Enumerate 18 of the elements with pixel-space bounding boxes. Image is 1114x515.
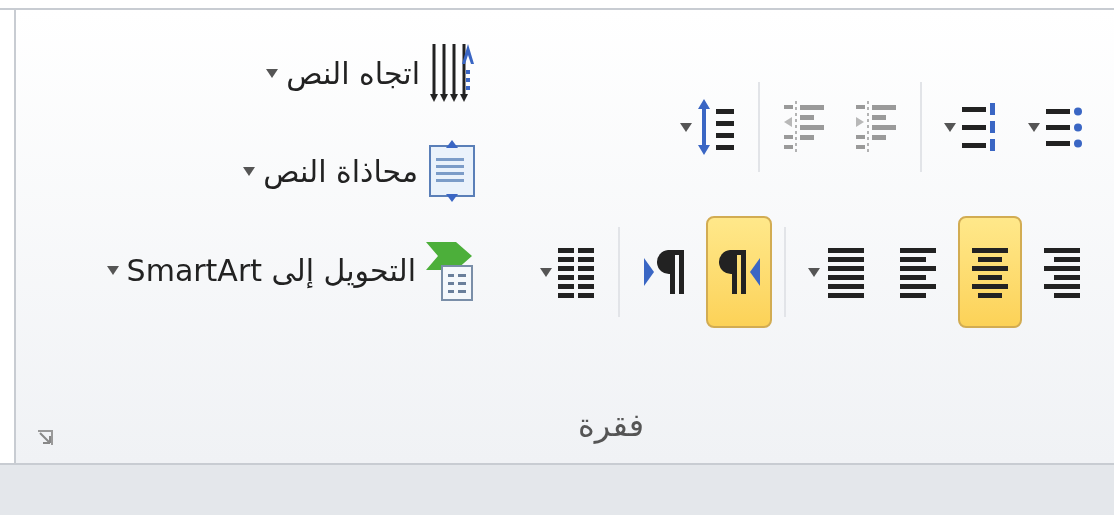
caret-icon <box>1028 122 1040 132</box>
caret-icon <box>243 166 256 176</box>
line-spacing-icon <box>696 97 736 157</box>
caret-icon <box>944 122 956 132</box>
align-text-icon <box>426 140 478 202</box>
caret-icon <box>106 265 119 275</box>
ribbon-command[interactable]: التحويل إلى SmartArt <box>106 238 478 302</box>
decrease-indent-icon <box>782 99 826 155</box>
caret-icon <box>808 267 820 277</box>
align-center-button[interactable] <box>958 216 1022 328</box>
caret-icon <box>266 68 279 78</box>
ribbon-command[interactable]: محاذاة النص <box>106 140 478 202</box>
increase-indent-icon <box>854 99 898 155</box>
caret-icon <box>680 122 692 132</box>
group-label: فقرة <box>578 405 644 446</box>
ribbon-command[interactable]: اتجاه النص <box>106 42 478 104</box>
right-to-left-button[interactable] <box>706 216 772 328</box>
caret-icon <box>540 267 552 277</box>
